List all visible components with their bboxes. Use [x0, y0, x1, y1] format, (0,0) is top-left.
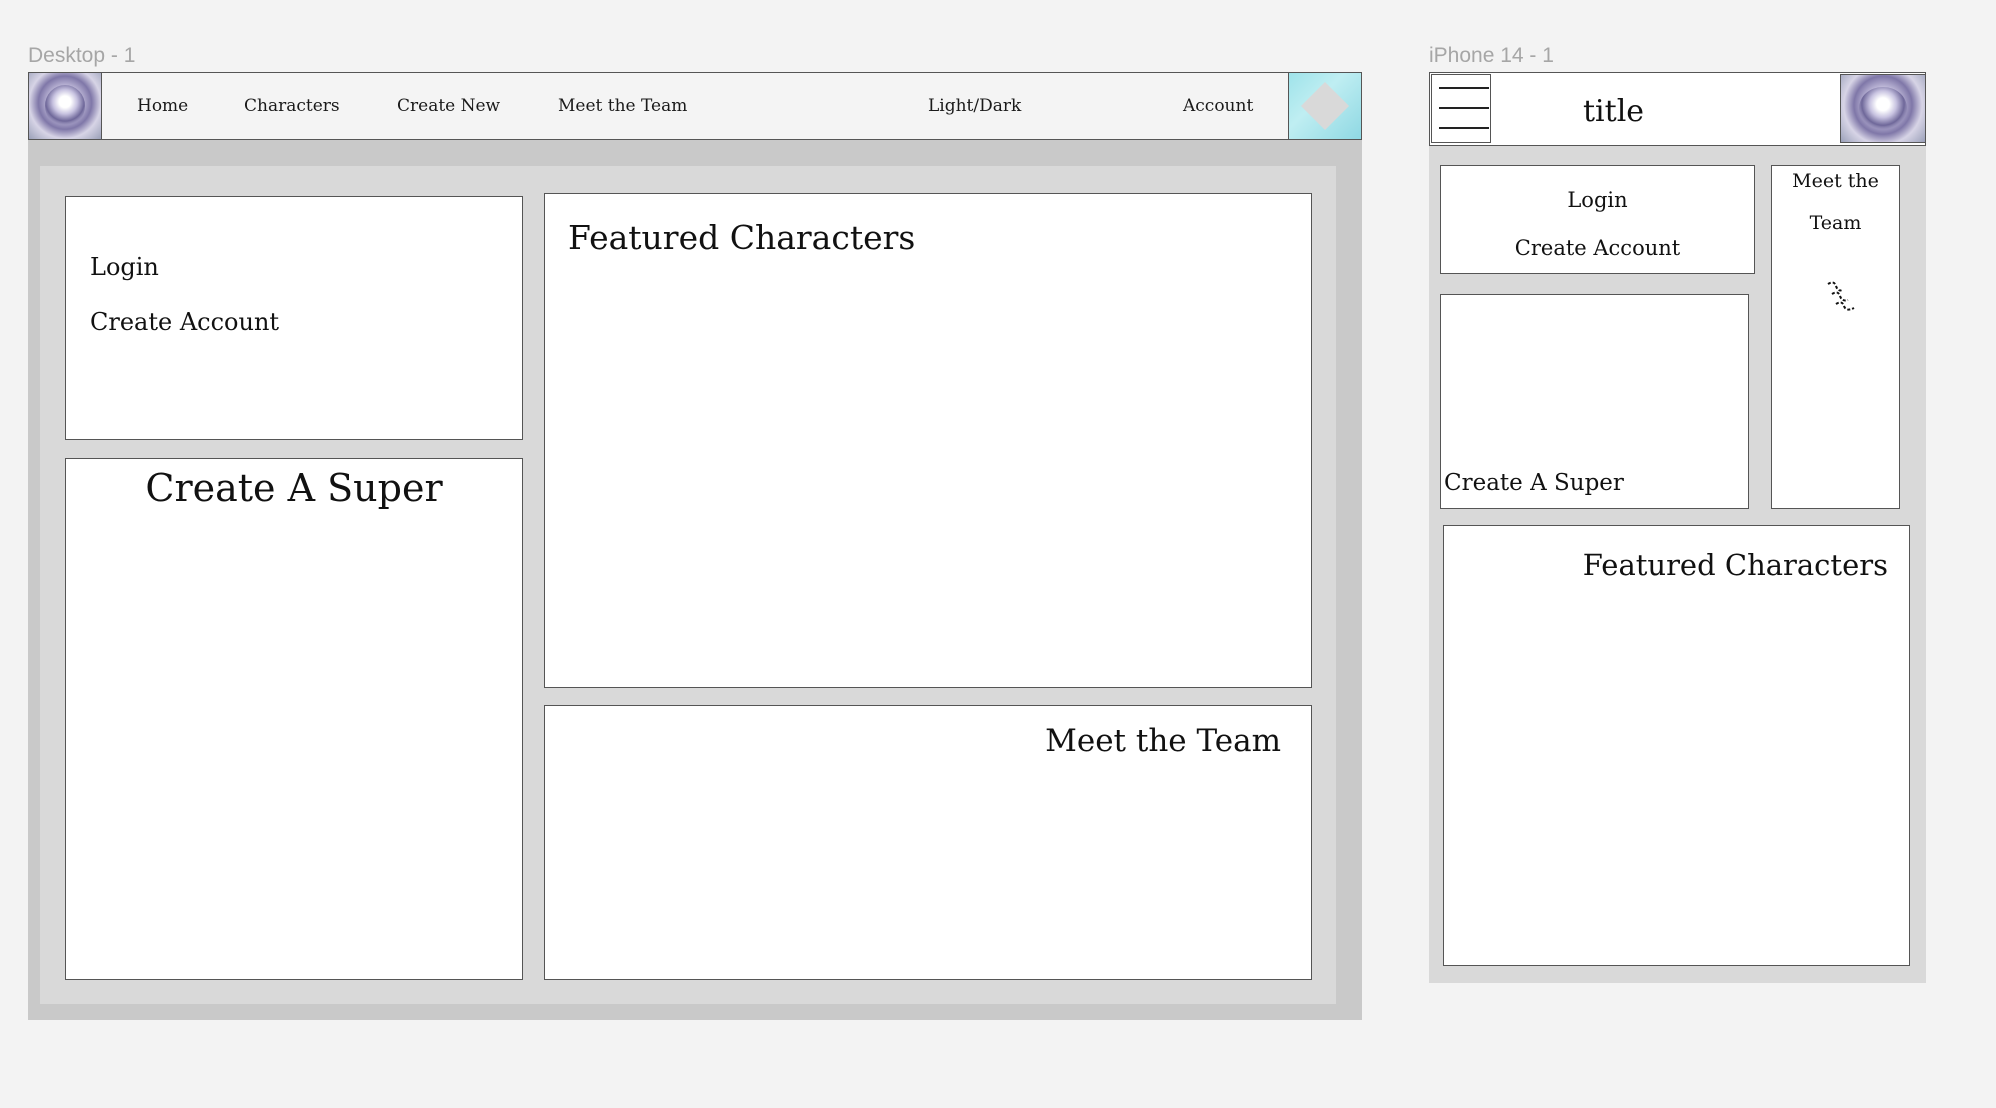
logo-emblem: [44, 84, 86, 128]
nav-light-dark[interactable]: Light/Dark: [928, 96, 1021, 116]
nav-account[interactable]: Account: [1183, 96, 1253, 116]
phone-logo[interactable]: [1840, 74, 1926, 143]
menu-bar: [1439, 107, 1489, 109]
login-link[interactable]: Login: [90, 253, 159, 281]
create-account-link[interactable]: Create Account: [90, 308, 279, 336]
desktop-navbar: [28, 72, 1362, 140]
nav-create-new[interactable]: Create New: [397, 96, 500, 116]
nav-characters[interactable]: Characters: [244, 96, 340, 116]
desktop-frame-label: Desktop - 1: [28, 44, 136, 67]
phone-login-link[interactable]: Login: [1440, 188, 1755, 212]
phone-frame-label: iPhone 14 - 1: [1429, 44, 1554, 67]
nav-meet-the-team[interactable]: Meet the Team: [558, 96, 687, 116]
featured-characters-card: [544, 193, 1312, 688]
squiggle-icon: [1827, 281, 1855, 311]
nav-home[interactable]: Home: [137, 96, 188, 116]
create-super-title: Create A Super: [145, 466, 443, 510]
phone-create-account-link[interactable]: Create Account: [1440, 236, 1755, 260]
logo[interactable]: [28, 72, 102, 140]
phone-team-title-line2: Team: [1809, 212, 1862, 234]
phone-featured-characters-title: Featured Characters: [1582, 548, 1888, 582]
phone-title: title: [1583, 94, 1645, 129]
menu-bar: [1439, 127, 1489, 129]
meet-the-team-title: Meet the Team: [1045, 723, 1281, 759]
diamond-icon: [1300, 81, 1350, 131]
phone-featured-characters-card: [1443, 525, 1910, 966]
phone-team-title-line1: Meet the: [1792, 170, 1879, 192]
create-super-card[interactable]: [65, 458, 523, 980]
phone-create-super-title: Create A Super: [1444, 470, 1624, 496]
hamburger-menu-button[interactable]: [1431, 74, 1491, 143]
menu-bar: [1439, 87, 1489, 89]
theme-toggle-button[interactable]: [1288, 72, 1362, 140]
logo-emblem: [1859, 87, 1907, 130]
featured-characters-title: Featured Characters: [568, 218, 916, 257]
